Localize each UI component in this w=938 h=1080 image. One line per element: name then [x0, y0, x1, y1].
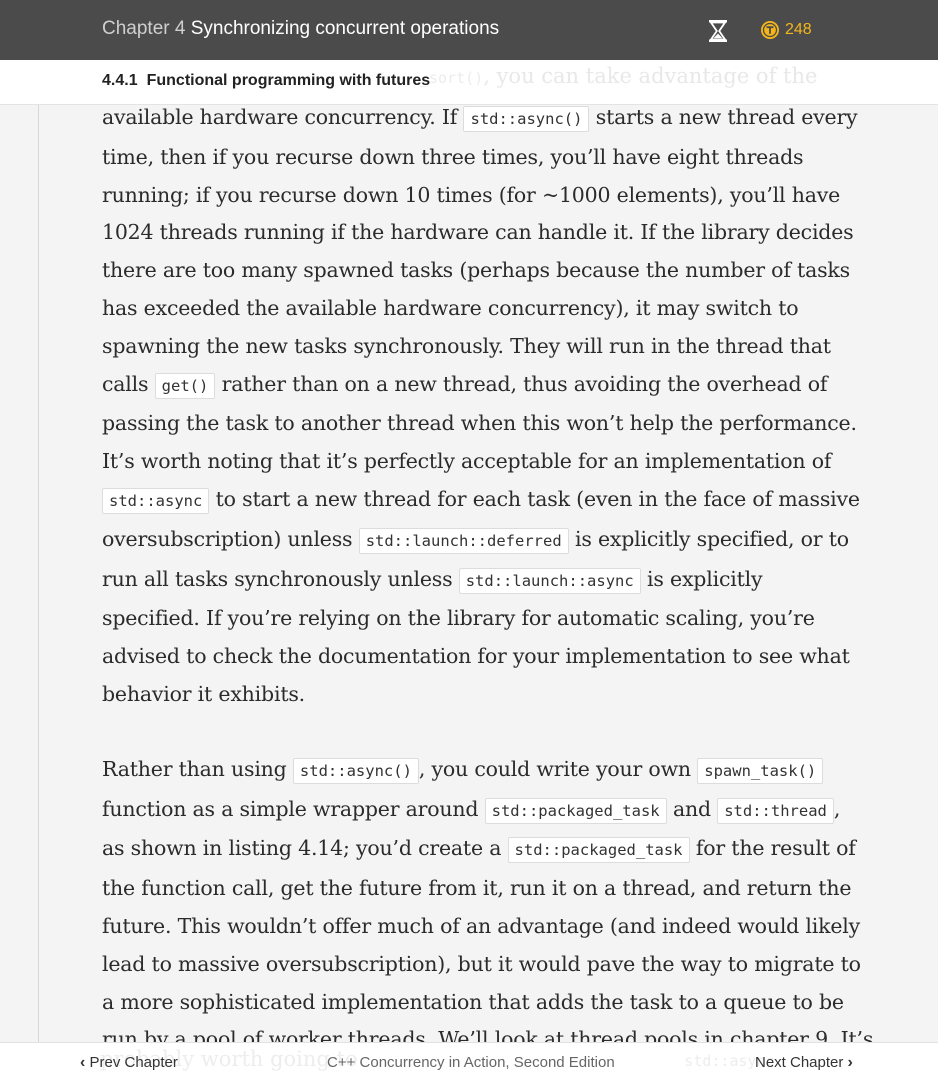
text-run: starts a new thread every: [589, 105, 858, 129]
text-line: advised to check the documentation for y…: [102, 638, 850, 676]
text-run: running; if you recurse down 10 times (f…: [102, 182, 841, 207]
text-run: 1024 threads running if the hardware can…: [102, 220, 854, 245]
inline-code: get(): [154, 372, 216, 399]
section-title: Functional programming with futures: [146, 72, 431, 89]
text-run: ,: [833, 796, 841, 821]
text-line: has exceeded the available hardware conc…: [102, 290, 842, 328]
text-run: oversubscription) unless: [102, 526, 359, 551]
token-count: 248: [785, 21, 812, 38]
text-line: It’s worth noting that it’s perfectly ac…: [102, 443, 842, 481]
text-run: , you could write your own: [418, 756, 698, 781]
next-chapter-link[interactable]: Next Chapter ›: [755, 1054, 853, 1072]
text-run: a more sophisticated implementation that…: [102, 989, 844, 1014]
text-run: specified. If you’re relying on the libr…: [102, 606, 815, 631]
text-run: available hardware concurrency. If: [102, 105, 464, 129]
text-line: behavior it exhibits.: [102, 676, 842, 714]
left-margin-rule: [38, 104, 39, 1044]
chapter-navigation-bar: probably worth going to std::async ‹ Pre…: [0, 1042, 938, 1080]
chapter-header-bar: Chapter 4 Synchronizing concurrent opera…: [0, 0, 938, 60]
text-line: time, then if you recurse down three tim…: [102, 139, 842, 177]
text-run: there are too many spawned tasks (perhap…: [102, 258, 850, 283]
prev-chapter-label: Prev Chapter: [89, 1054, 178, 1071]
text-line: as shown in listing 4.14; you’d create a…: [102, 830, 856, 870]
text-run: behavior it exhibits.: [102, 681, 305, 706]
text-run: has exceeded the available hardware conc…: [102, 295, 799, 320]
text-run: passing the task to another thread when …: [102, 411, 857, 436]
section-heading: 4.4.1 Functional programming with futures: [102, 72, 430, 90]
chevron-right-icon: ›: [847, 1054, 853, 1071]
text-line: there are too many spawned tasks (perhap…: [102, 252, 850, 290]
inline-code: std::launch::deferred: [358, 527, 569, 554]
text-line: the function call, get the future from i…: [102, 870, 851, 908]
text-line: std::async to start a new thread for eac…: [102, 481, 860, 521]
text-run: function as a simple wrapper around: [102, 796, 485, 821]
inline-code: std::async(): [292, 757, 419, 784]
inline-code: std::async(): [463, 106, 590, 132]
text-line: running; if you recurse down 10 times (f…: [102, 177, 842, 215]
text-run: lead to massive oversubscription), but i…: [102, 951, 861, 976]
text-line: Rather than using std::async(), you coul…: [102, 751, 842, 791]
next-chapter-label: Next Chapter: [755, 1054, 844, 1071]
text-line: future. This wouldn’t offer much of an a…: [102, 908, 860, 946]
section-number: 4.4.1: [102, 72, 138, 89]
token-balance[interactable]: 248: [760, 20, 812, 40]
inline-code: std::async: [102, 487, 210, 514]
text-line: passing the task to another thread when …: [102, 405, 857, 443]
text-run: It’s worth noting that it’s perfectly ac…: [102, 449, 832, 474]
text-line: oversubscription) unless std::launch::de…: [102, 521, 849, 561]
text-run: is explicitly specified, or to: [568, 526, 849, 551]
text-line: function as a simple wrapper around std:…: [102, 791, 842, 831]
text-run: the function call, get the future from i…: [102, 876, 852, 901]
inline-code: std::packaged_task: [507, 837, 690, 864]
text-line: run all tasks synchronously unless std::…: [102, 561, 842, 601]
reading-pane: available hardware concurrency. If std::…: [102, 99, 873, 1059]
prev-chapter-link[interactable]: ‹ Prev Chapter: [80, 1054, 178, 1072]
text-line: 1024 threads running if the hardware can…: [102, 214, 854, 252]
text-run: time, then if you recurse down three tim…: [102, 144, 804, 169]
inline-code: std::packaged_task: [484, 797, 667, 824]
coin-icon: [761, 21, 779, 39]
book-title: C++ Concurrency in Action, Second Editio…: [327, 1054, 615, 1071]
chapter-name: Synchronizing concurrent operations: [190, 18, 500, 39]
chapter-number: Chapter 4: [102, 18, 186, 39]
chapter-title: Chapter 4 Synchronizing concurrent opera…: [102, 18, 499, 40]
text-run: and: [666, 796, 718, 821]
text-run: as shown in listing 4.14; you’d create a: [102, 836, 508, 861]
hourglass-icon[interactable]: [707, 19, 729, 43]
section-heading-bar: 4.4.1 Functional programming with futures: [0, 60, 938, 105]
text-line: a more sophisticated implementation that…: [102, 984, 844, 1022]
text-run: spawning the new tasks synchronously. Th…: [102, 333, 831, 358]
inline-code: std::thread: [717, 797, 834, 824]
inline-code: spawn_task(): [697, 757, 824, 784]
text-run: run all tasks synchronously unless: [102, 566, 459, 591]
text-line: spawning the new tasks synchronously. Th…: [102, 328, 842, 366]
text-line: calls get() rather than on a new thread,…: [102, 366, 842, 406]
text-line: lead to massive oversubscription), but i…: [102, 946, 861, 984]
text-run: rather than on a new thread, thus avoidi…: [215, 371, 828, 396]
text-run: calls: [102, 371, 155, 396]
text-run: is explicitly: [640, 566, 763, 591]
text-run: Rather than using: [102, 756, 293, 781]
chevron-left-icon: ‹: [80, 1054, 86, 1071]
text-run: advised to check the documentation for y…: [102, 644, 850, 669]
text-run: to start a new thread for each task (eve…: [209, 486, 860, 511]
text-line: specified. If you’re relying on the libr…: [102, 600, 842, 638]
text-run: future. This wouldn’t offer much of an a…: [102, 913, 861, 938]
text-run: for the result of: [689, 836, 856, 861]
paragraph: Rather than using std::async(), you coul…: [102, 751, 873, 1059]
inline-code: std::launch::async: [458, 567, 641, 594]
paragraph: available hardware concurrency. If std::…: [102, 99, 860, 714]
